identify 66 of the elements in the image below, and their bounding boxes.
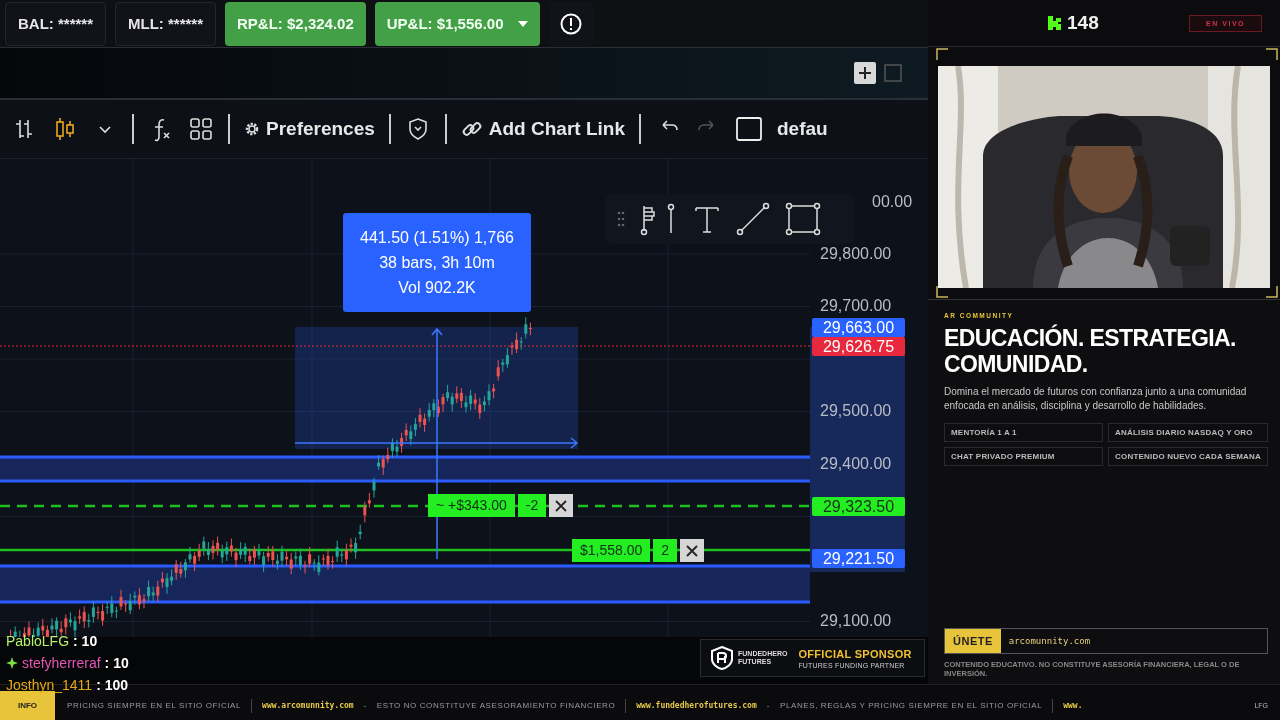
price-marker: 29,323.50 [812,497,905,516]
headline: EDUCACIÓN. ESTRATEGIA. COMUNIDAD. [944,325,1237,377]
line-tool-icon[interactable] [735,202,771,236]
chart-link-button[interactable]: Add Chart Link [460,118,625,140]
tooltip-text: 38 bars, 3h 10m [379,253,495,272]
drag-handle-icon [617,211,625,227]
alert-icon [559,12,582,35]
order-quantity[interactable]: 2 [653,539,678,562]
balance-button[interactable]: MLL: ****** [115,1,217,46]
info-tag: INFO [0,690,55,720]
ticker-text: - [766,701,770,710]
rectangle-tool-icon[interactable] [785,202,821,236]
ticker-text: - [363,701,367,710]
join-field[interactable]: ÚNETE arcomunnity.com [944,628,1268,654]
join-button[interactable]: ÚNETE [945,629,1001,653]
ticker-link[interactable]: www. [1063,701,1083,710]
price-label: 29,800.00 [820,245,892,263]
price-label: 29,500.00 [820,402,892,420]
order-pnl[interactable]: ~ +$343.00 [428,494,515,517]
order-quantity[interactable]: -2 [517,494,547,517]
close-button[interactable] [549,494,574,517]
feature-card: CONTENIDO NUEVO CADA SEMANA [1108,447,1268,466]
promo-text: Domina el mercado de futuros con confianza junto a una comunidad enfocada en análisis, disciplina y desarrollo de habilidades. [944,385,1248,413]
order-pnl[interactable]: $1,558.00 [572,539,651,562]
viewers-icon [1048,16,1061,30]
tooltip-text: 441.50 (1.51%) 1,766 [360,228,514,247]
price-label: 29,100.00 [820,612,892,630]
feature-card: CHAT PRIVADO PREMIUM [944,447,1103,466]
close-button[interactable] [680,539,705,562]
settings-icon [244,121,260,137]
ticker-text: PLANES, REGLAS Y PRICING SIEMPRE EN EL SITIO OFICIAL [780,701,1043,710]
balance-button[interactable]: BAL: ****** [5,1,106,46]
price-marker: 29,221.50 [812,549,905,568]
ticker-text: PRICING SIEMPRE EN EL SITIO OFICIAL [67,701,242,710]
chat-message: : 100 [96,677,129,693]
chat-username: PabloLFG [6,633,70,649]
chat-message: : 10 [73,633,98,649]
text-tool-icon[interactable] [693,204,721,234]
price-marker: 29,626.75 [812,337,905,356]
price-label: 00.00 [872,193,913,211]
alert-button[interactable] [548,1,593,46]
caret-icon [517,20,528,27]
square-icon[interactable] [734,116,763,142]
add-button[interactable] [854,62,876,84]
ticker-link[interactable]: www.fundedherofutures.com [636,701,757,710]
price-label: 29,400.00 [820,455,892,473]
join-url: arcomunnity.com [1008,636,1091,646]
price-label: 29,700.00 [820,297,892,315]
plus-icon [859,67,871,79]
sponsor-title: OFFICIAL SPONSOR [798,647,912,660]
grid-icon[interactable] [188,116,214,142]
ticker-link[interactable]: www.arcomunnity.com [262,701,354,710]
chat-message: : 10 [104,655,129,671]
price-marker: 29,663.00 [812,318,905,337]
shield-logo-icon [711,646,733,670]
ticker-text: ESTO NO CONSTITUYE ASESORAMIENTO FINANCIERO [376,701,616,710]
tooltip-text: Vol 902.2K [398,278,476,297]
chat-username: stefyherreraf [22,655,101,671]
close-icon [686,544,699,557]
chat-username: Josthyn_1411 [6,677,93,693]
layout-name[interactable]: defau [776,118,828,140]
preferences-button[interactable]: Preferences [244,118,375,140]
feature-card: ANÁLISIS DIARIO NASDAQ Y ORO [1108,423,1268,442]
close-icon [555,499,568,512]
viewer-count: 148 [1067,12,1099,34]
feature-card: MENTORÍA 1 A 1 [944,423,1103,442]
